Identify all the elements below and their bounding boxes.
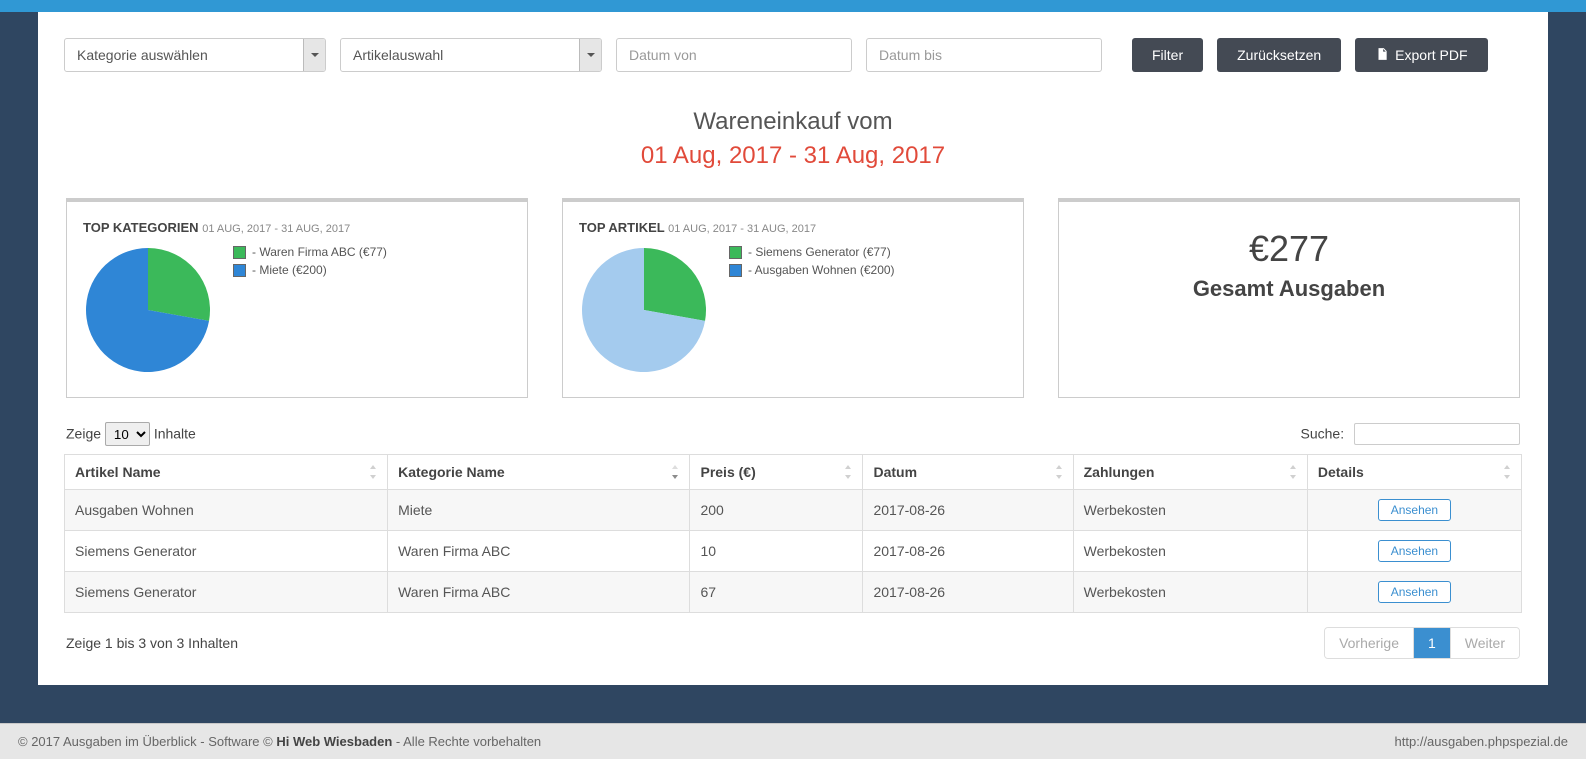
view-details-button[interactable]: Ansehen	[1378, 581, 1451, 603]
legend-categories: - Waren Firma ABC (€77) - Miete (€200)	[233, 245, 511, 281]
col-datum[interactable]: Datum	[863, 455, 1073, 490]
cell-zahlungen: Werbekosten	[1073, 572, 1307, 613]
table-controls-top: Zeige 10 Inhalte Suche:	[64, 422, 1522, 446]
cell-datum: 2017-08-26	[863, 531, 1073, 572]
pie-chart-articles	[579, 245, 709, 378]
table-search: Suche:	[1301, 423, 1520, 445]
col-preis[interactable]: Preis (€)	[690, 455, 863, 490]
cell-artikel: Siemens Generator	[65, 572, 388, 613]
summary-cards: TOP KATEGORIEN 01 AUG, 2017 - 31 AUG, 20…	[64, 198, 1522, 398]
export-pdf-button[interactable]: Export PDF	[1355, 38, 1487, 72]
category-select-wrap: Kategorie auswählen	[64, 38, 326, 72]
article-select[interactable]: Artikelauswahl	[340, 38, 602, 72]
table-info: Zeige 1 bis 3 von 3 Inhalten	[66, 635, 238, 651]
cell-zahlungen: Werbekosten	[1073, 531, 1307, 572]
top-articles-card: TOP ARTIKEL 01 AUG, 2017 - 31 AUG, 2017 …	[562, 198, 1024, 398]
col-artikel-name[interactable]: Artikel Name	[65, 455, 388, 490]
footer-copyright: © 2017 Ausgaben im Überblick - Software …	[18, 734, 541, 749]
sort-icon	[1287, 465, 1299, 479]
card-subtitle: 01 AUG, 2017 - 31 AUG, 2017	[668, 223, 816, 235]
cell-artikel: Ausgaben Wohnen	[65, 490, 388, 531]
filter-button[interactable]: Filter	[1132, 38, 1203, 72]
cell-kategorie: Waren Firma ABC	[388, 531, 690, 572]
cell-artikel: Siemens Generator	[65, 531, 388, 572]
main-panel: Kategorie auswählen Artikelauswahl Filte…	[38, 12, 1548, 685]
card-title: TOP KATEGORIEN	[83, 220, 199, 235]
cell-preis: 67	[690, 572, 863, 613]
length-label-post: Inhalte	[154, 426, 196, 442]
view-details-button[interactable]: Ansehen	[1378, 540, 1451, 562]
top-accent-bar	[0, 0, 1586, 12]
date-from-input[interactable]	[616, 38, 852, 72]
page-heading: Wareneinkauf vom 01 Aug, 2017 - 31 Aug, …	[64, 108, 1522, 170]
footer-url[interactable]: http://ausgaben.phpspezial.de	[1395, 734, 1568, 749]
next-page-button[interactable]: Weiter	[1451, 628, 1519, 658]
legend-label: - Siemens Generator (€77)	[748, 245, 891, 259]
cell-details: Ansehen	[1307, 531, 1521, 572]
article-select-wrap: Artikelauswahl	[340, 38, 602, 72]
legend-swatch-blue	[729, 264, 742, 277]
table-row: Siemens GeneratorWaren Firma ABC102017-0…	[65, 531, 1522, 572]
cell-preis: 200	[690, 490, 863, 531]
pie-chart-categories	[83, 245, 213, 378]
cell-preis: 10	[690, 531, 863, 572]
page-1-button[interactable]: 1	[1414, 628, 1451, 658]
legend-label: - Waren Firma ABC (€77)	[252, 245, 387, 259]
total-label: Gesamt Ausgaben	[1075, 276, 1503, 302]
cell-kategorie: Waren Firma ABC	[388, 572, 690, 613]
top-categories-card: TOP KATEGORIEN 01 AUG, 2017 - 31 AUG, 20…	[66, 198, 528, 398]
total-amount: €277	[1075, 228, 1503, 270]
legend-swatch-blue	[233, 264, 246, 277]
page-length-control: Zeige 10 Inhalte	[66, 422, 196, 446]
legend-label: - Ausgaben Wohnen (€200)	[748, 263, 895, 277]
cell-datum: 2017-08-26	[863, 490, 1073, 531]
cell-zahlungen: Werbekosten	[1073, 490, 1307, 531]
sort-icon	[367, 465, 379, 479]
search-input[interactable]	[1354, 423, 1520, 445]
cell-details: Ansehen	[1307, 572, 1521, 613]
date-range-title: 01 Aug, 2017 - 31 Aug, 2017	[64, 142, 1522, 170]
sort-icon	[1053, 465, 1065, 479]
search-label: Suche:	[1301, 426, 1345, 442]
card-title: TOP ARTIKEL	[579, 220, 664, 235]
cell-kategorie: Miete	[388, 490, 690, 531]
page-length-select[interactable]: 10	[105, 422, 150, 446]
sort-icon	[842, 465, 854, 479]
cell-datum: 2017-08-26	[863, 572, 1073, 613]
table-row: Siemens GeneratorWaren Firma ABC672017-0…	[65, 572, 1522, 613]
col-kategorie-name[interactable]: Kategorie Name	[388, 455, 690, 490]
col-zahlungen[interactable]: Zahlungen	[1073, 455, 1307, 490]
legend-label: - Miete (€200)	[252, 263, 327, 277]
sort-asc-icon	[669, 465, 681, 479]
filter-bar: Kategorie auswählen Artikelauswahl Filte…	[64, 38, 1522, 72]
file-export-icon	[1375, 47, 1389, 64]
date-to-input[interactable]	[866, 38, 1102, 72]
expenses-table: Artikel Name Kategorie Name Preis (€) Da…	[64, 454, 1522, 613]
export-pdf-label: Export PDF	[1395, 47, 1467, 63]
total-spending-card: €277 Gesamt Ausgaben	[1058, 198, 1520, 398]
cell-details: Ansehen	[1307, 490, 1521, 531]
pagination: Vorherige 1 Weiter	[1324, 627, 1520, 659]
prev-page-button[interactable]: Vorherige	[1325, 628, 1414, 658]
legend-articles: - Siemens Generator (€77) - Ausgaben Woh…	[729, 245, 1007, 281]
length-label-pre: Zeige	[66, 426, 101, 442]
col-details[interactable]: Details	[1307, 455, 1521, 490]
sort-icon	[1501, 465, 1513, 479]
reset-button[interactable]: Zurücksetzen	[1217, 38, 1341, 72]
legend-swatch-green	[729, 246, 742, 259]
card-subtitle: 01 AUG, 2017 - 31 AUG, 2017	[202, 223, 350, 235]
page-title: Wareneinkauf vom	[64, 108, 1522, 136]
view-details-button[interactable]: Ansehen	[1378, 499, 1451, 521]
category-select[interactable]: Kategorie auswählen	[64, 38, 326, 72]
table-row: Ausgaben WohnenMiete2002017-08-26Werbeko…	[65, 490, 1522, 531]
table-controls-bottom: Zeige 1 bis 3 von 3 Inhalten Vorherige 1…	[64, 627, 1522, 659]
legend-swatch-green	[233, 246, 246, 259]
